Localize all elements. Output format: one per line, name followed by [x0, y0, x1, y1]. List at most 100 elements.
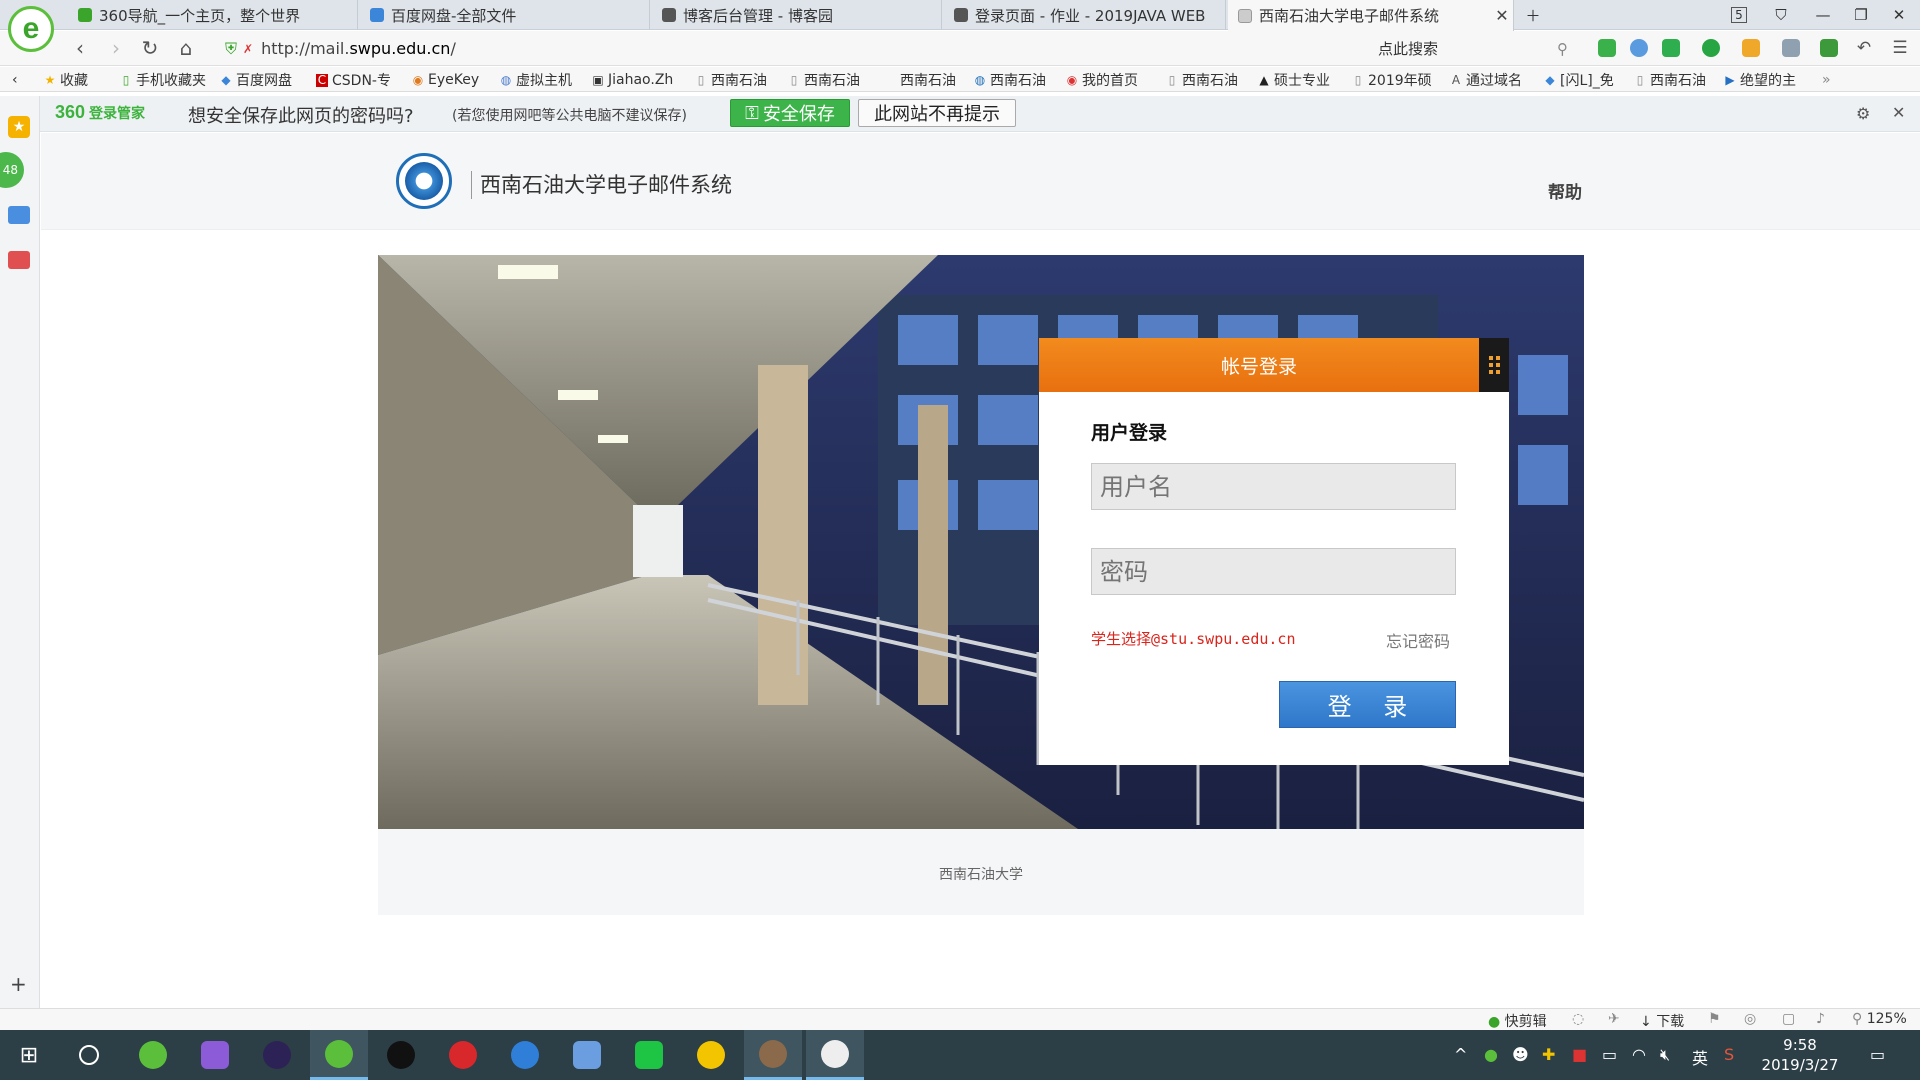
bookmark-item[interactable]: ◍ 虚拟主机: [500, 70, 572, 90]
speed-badge[interactable]: 48: [0, 152, 24, 188]
mail-icon[interactable]: [8, 206, 30, 224]
back-icon[interactable]: ‹: [66, 35, 94, 61]
home-icon[interactable]: ⌂: [172, 35, 200, 61]
restore-icon[interactable]: ❐: [1842, 0, 1880, 30]
bookmark-item[interactable]: ▯ 西南石油: [695, 70, 767, 90]
taskbar-app-360-browser[interactable]: [310, 1030, 368, 1080]
taskbar-app[interactable]: [434, 1030, 492, 1080]
tray-expand-icon[interactable]: ^: [1454, 1045, 1467, 1064]
tab-cnblogs[interactable]: 博客后台管理 - 博客园: [652, 0, 942, 30]
forward-icon[interactable]: ›: [102, 35, 130, 61]
cortana-button[interactable]: [60, 1030, 118, 1080]
minimize-icon[interactable]: —: [1804, 0, 1842, 30]
tab-login-homework[interactable]: 登录页面 - 作业 - 2019JAVA WEB: [944, 0, 1226, 30]
tab-close-icon[interactable]: ✕: [1491, 6, 1513, 25]
extension-icon[interactable]: [1702, 39, 1720, 57]
status-icon[interactable]: ▢: [1782, 1011, 1795, 1027]
close-window-icon[interactable]: ✕: [1880, 0, 1918, 30]
tab-count-badge[interactable]: 5: [1720, 0, 1758, 30]
tab-swpu-mail[interactable]: 西南石油大学电子邮件系统 ✕: [1228, 0, 1514, 31]
notifications-icon[interactable]: ▭: [1870, 1045, 1885, 1064]
screenshot-icon[interactable]: [1662, 39, 1680, 57]
taskbar-app[interactable]: [620, 1030, 678, 1080]
taskbar-clock[interactable]: 9:58 2019/3/27: [1745, 1035, 1855, 1075]
undo-icon[interactable]: ↶: [1850, 35, 1878, 61]
bookmark-item[interactable]: 西南石油: [900, 70, 956, 90]
username-input[interactable]: [1091, 463, 1456, 510]
taskbar-app[interactable]: [744, 1030, 802, 1080]
taskbar-app[interactable]: [124, 1030, 182, 1080]
login-button[interactable]: 登 录: [1279, 681, 1456, 728]
battery-icon[interactable]: ▭: [1602, 1045, 1617, 1064]
never-prompt-button[interactable]: 此网站不再提示: [858, 99, 1016, 127]
bookmark-item[interactable]: ▯ 西南石油: [1166, 70, 1238, 90]
volume-icon[interactable]: ♪: [1816, 1011, 1825, 1027]
password-input[interactable]: [1091, 548, 1456, 595]
reader-icon[interactable]: [1598, 39, 1616, 57]
taskbar-app[interactable]: [496, 1030, 554, 1080]
menu-icon[interactable]: ☰: [1886, 35, 1914, 61]
skin-icon[interactable]: ⛉: [1762, 0, 1800, 30]
bookmark-item[interactable]: ◉ 我的首页: [1066, 70, 1138, 90]
bookmark-item[interactable]: ◉ EyeKey: [412, 70, 479, 90]
search-icon[interactable]: ⚲: [1557, 40, 1568, 58]
image-icon[interactable]: [1782, 39, 1800, 57]
taskbar-app[interactable]: [806, 1030, 864, 1080]
ime-indicator[interactable]: 英: [1692, 1045, 1708, 1069]
security-guard-icon[interactable]: [1742, 39, 1760, 57]
forgot-password-link[interactable]: 忘记密码: [1386, 628, 1450, 652]
zoom-level[interactable]: ⚲ 125%: [1852, 1011, 1907, 1027]
bookmark-item[interactable]: C CSDN-专: [316, 70, 391, 90]
tab-baidu-pan[interactable]: 百度网盘-全部文件: [360, 0, 650, 30]
bookmark-item[interactable]: ◆ [闪L]_免: [1544, 70, 1613, 90]
taskbar-app[interactable]: [372, 1030, 430, 1080]
tray-360-icon[interactable]: ●: [1484, 1045, 1498, 1064]
apps-grid-icon[interactable]: [1820, 39, 1838, 57]
bookmarks-toggle-icon[interactable]: ‹: [12, 70, 18, 90]
bookmark-item[interactable]: ▲ 硕士专业: [1258, 70, 1330, 90]
bookmark-item[interactable]: A 通过域名: [1450, 70, 1522, 90]
taskbar-app[interactable]: [558, 1030, 616, 1080]
taskbar-app[interactable]: [682, 1030, 740, 1080]
sogou-ime-icon[interactable]: S: [1724, 1045, 1734, 1064]
bookmark-item[interactable]: ◍ 西南石油: [974, 70, 1046, 90]
bookmark-item[interactable]: ▯ 2019年硕: [1352, 70, 1432, 90]
bookmark-item[interactable]: ▯ 西南石油: [1634, 70, 1706, 90]
taskbar-app[interactable]: [248, 1030, 306, 1080]
bookmark-item[interactable]: ★ 收藏: [44, 70, 88, 90]
volume-muted-icon[interactable]: 🔇︎: [1660, 1045, 1670, 1065]
settings-gear-icon[interactable]: ⚙: [1856, 104, 1870, 123]
taskbar-app[interactable]: [186, 1030, 244, 1080]
close-bar-icon[interactable]: ✕: [1892, 103, 1905, 122]
browser-logo-icon[interactable]: e: [8, 6, 54, 52]
tray-shield-icon[interactable]: ✚: [1542, 1045, 1555, 1064]
status-icon[interactable]: ✈: [1608, 1011, 1620, 1027]
sidebar-add-icon[interactable]: +: [10, 972, 27, 996]
bookmark-item[interactable]: ▯ 手机收藏夹: [120, 70, 206, 90]
status-icon[interactable]: ⚑: [1708, 1011, 1721, 1027]
favorites-star-icon[interactable]: ★: [8, 116, 30, 138]
download-button[interactable]: ↓ 下载: [1640, 1011, 1684, 1031]
bookmark-item[interactable]: ▯ 西南石油: [788, 70, 860, 90]
start-button[interactable]: ⊞: [0, 1030, 58, 1080]
url-field[interactable]: ⛨ ✗ http://mail. swpu.edu.cn /: [225, 35, 1355, 62]
game-icon[interactable]: [8, 251, 30, 269]
reload-icon[interactable]: ↻: [136, 35, 164, 61]
translate-icon[interactable]: [1630, 39, 1648, 57]
bookmark-item[interactable]: ▣ Jiahao.Zh: [592, 70, 673, 90]
clip-button[interactable]: ● 快剪辑: [1488, 1011, 1547, 1031]
new-tab-plus-icon[interactable]: ＋: [1514, 0, 1552, 30]
help-link[interactable]: 帮助: [1548, 178, 1582, 203]
search-input[interactable]: 点此搜索 ⚲: [1378, 35, 1568, 62]
bookmark-item[interactable]: ◆ 百度网盘: [220, 70, 292, 90]
status-icon[interactable]: ◎: [1744, 1011, 1756, 1027]
drag-grip-icon[interactable]: [1479, 338, 1509, 392]
tray-qq-icon[interactable]: ☻: [1512, 1045, 1529, 1064]
tray-app-icon[interactable]: ■: [1572, 1045, 1587, 1064]
save-password-button[interactable]: ⚿ 安全保存: [730, 99, 850, 127]
tab-360-nav[interactable]: 360导航_一个主页，整个世界: [68, 0, 358, 30]
wifi-icon[interactable]: ◠: [1632, 1045, 1646, 1064]
bookmark-item[interactable]: ▶ 绝望的主: [1724, 70, 1796, 90]
status-icon[interactable]: ◌: [1572, 1011, 1584, 1027]
bookmarks-more-icon[interactable]: »: [1822, 70, 1831, 90]
